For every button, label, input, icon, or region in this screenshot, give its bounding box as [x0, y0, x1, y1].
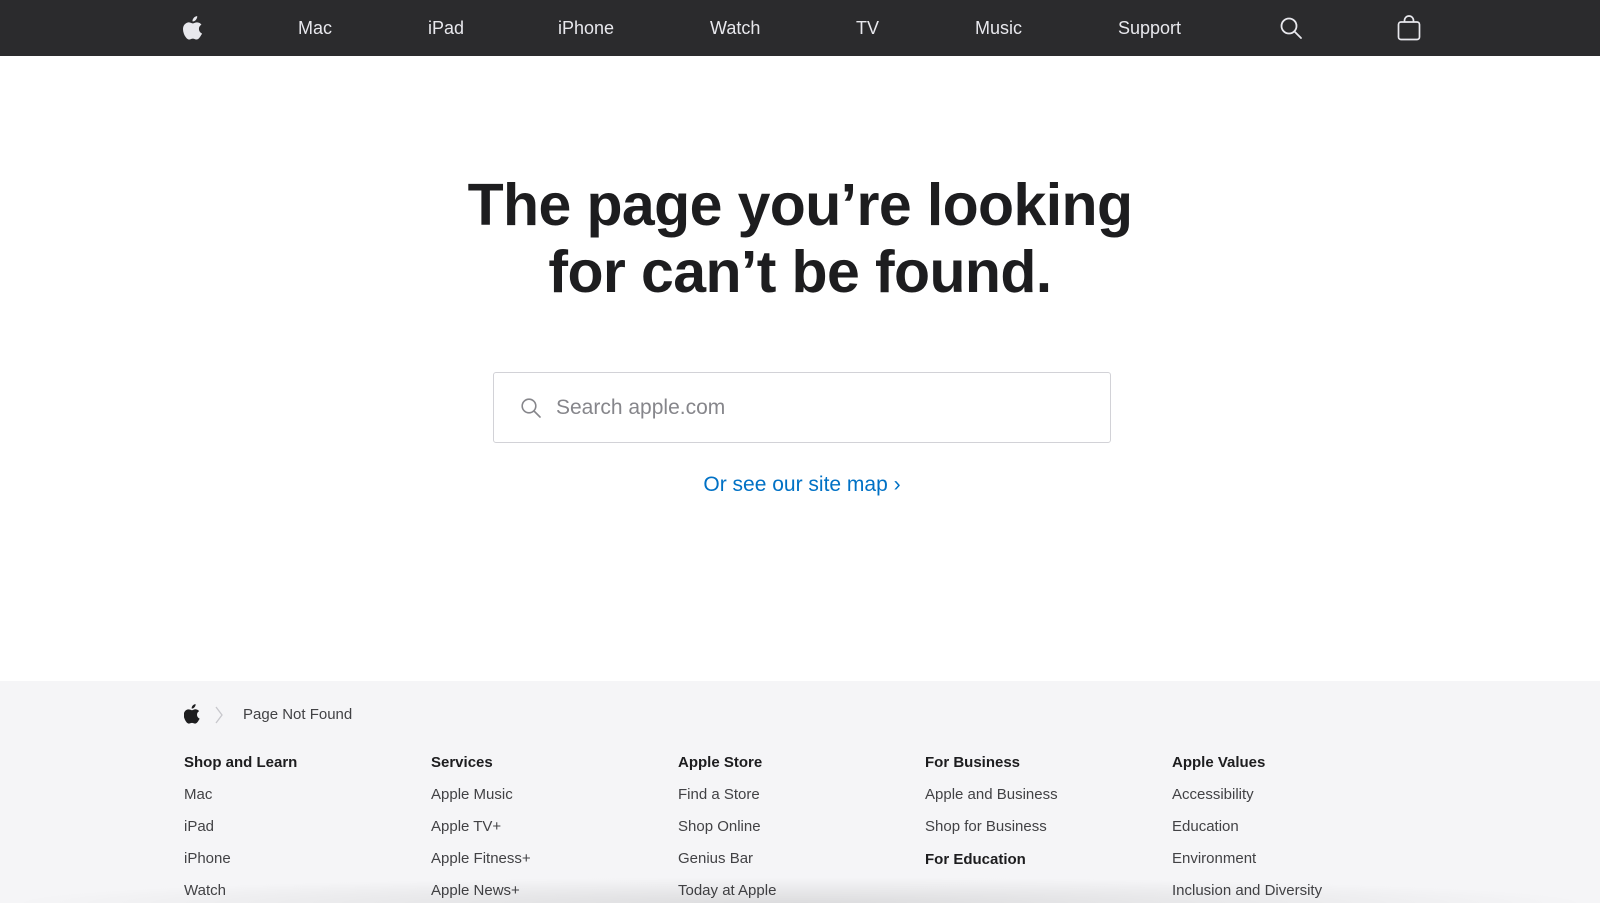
breadcrumb-chevron-icon	[214, 705, 224, 730]
footer-link[interactable]: Inclusion and Diversity	[1172, 881, 1412, 903]
footer-link[interactable]: Watch	[184, 881, 424, 903]
nav-item-tv[interactable]: TV	[856, 0, 879, 56]
footer-column-for-business: For Business Apple and Business Shop for…	[925, 753, 1165, 870]
footer-heading: For Business	[925, 754, 1021, 771]
footer-heading: Apple Store	[678, 754, 763, 771]
footer-link[interactable]: Mac	[184, 785, 424, 817]
footer-link[interactable]: Find a Store	[678, 785, 918, 817]
footer-link[interactable]: Apple Music	[431, 785, 671, 817]
global-nav: Mac iPad iPhone Watch TV Music Support	[0, 0, 1600, 56]
nav-item-support[interactable]: Support	[1118, 0, 1181, 56]
search-form	[493, 372, 1111, 443]
footer-link[interactable]: Apple and Business	[925, 785, 1165, 817]
search-icon[interactable]	[1279, 0, 1303, 56]
footer: Page Not Found Shop and Learn Mac iPad i…	[0, 681, 1600, 903]
footer-link[interactable]: Apple News+	[431, 881, 671, 903]
nav-item-watch[interactable]: Watch	[710, 0, 760, 56]
page-title-line-2: for can’t be found.	[548, 239, 1052, 305]
footer-column-services: Services Apple Music Apple TV+ Apple Fit…	[431, 753, 671, 903]
apple-home-icon[interactable]	[183, 704, 201, 729]
nav-item-mac[interactable]: Mac	[298, 0, 332, 56]
footer-heading: Shop and Learn	[184, 754, 298, 771]
breadcrumb-current: Page Not Found	[243, 706, 353, 723]
footer-link[interactable]: Shop Online	[678, 817, 918, 849]
footer-heading: Services	[431, 754, 493, 771]
footer-link[interactable]: Education	[1172, 817, 1412, 849]
site-map-link[interactable]: Or see our site map ›	[600, 473, 1004, 497]
footer-link[interactable]: Apple TV+	[431, 817, 671, 849]
footer-link[interactable]: Shop for Business	[925, 817, 1165, 849]
search-input[interactable]	[556, 373, 1096, 442]
footer-link[interactable]: Accessibility	[1172, 785, 1412, 817]
footer-link[interactable]: Environment	[1172, 849, 1412, 881]
footer-link[interactable]: Genius Bar	[678, 849, 918, 881]
footer-link[interactable]: Today at Apple	[678, 881, 918, 903]
footer-column-apple-store: Apple Store Find a Store Shop Online Gen…	[678, 753, 918, 903]
page-title: The page you’re looking for can’t be fou…	[400, 172, 1200, 306]
nav-item-music[interactable]: Music	[975, 0, 1022, 56]
nav-item-ipad[interactable]: iPad	[428, 0, 464, 56]
footer-column-shop-and-learn: Shop and Learn Mac iPad iPhone Watch	[184, 753, 424, 903]
page-title-line-1: The page you’re looking	[467, 172, 1133, 238]
footer-heading: For Education	[925, 851, 1026, 868]
apple-logo-icon[interactable]	[183, 0, 204, 56]
shopping-bag-icon[interactable]	[1397, 0, 1421, 56]
search-field-icon	[520, 397, 542, 424]
footer-link[interactable]: iPhone	[184, 849, 424, 881]
footer-column-apple-values: Apple Values Accessibility Education Env…	[1172, 753, 1412, 903]
footer-heading: Apple Values	[1172, 754, 1266, 771]
footer-link[interactable]: Apple Fitness+	[431, 849, 671, 881]
footer-link[interactable]: iPad	[184, 817, 424, 849]
nav-item-iphone[interactable]: iPhone	[558, 0, 614, 56]
